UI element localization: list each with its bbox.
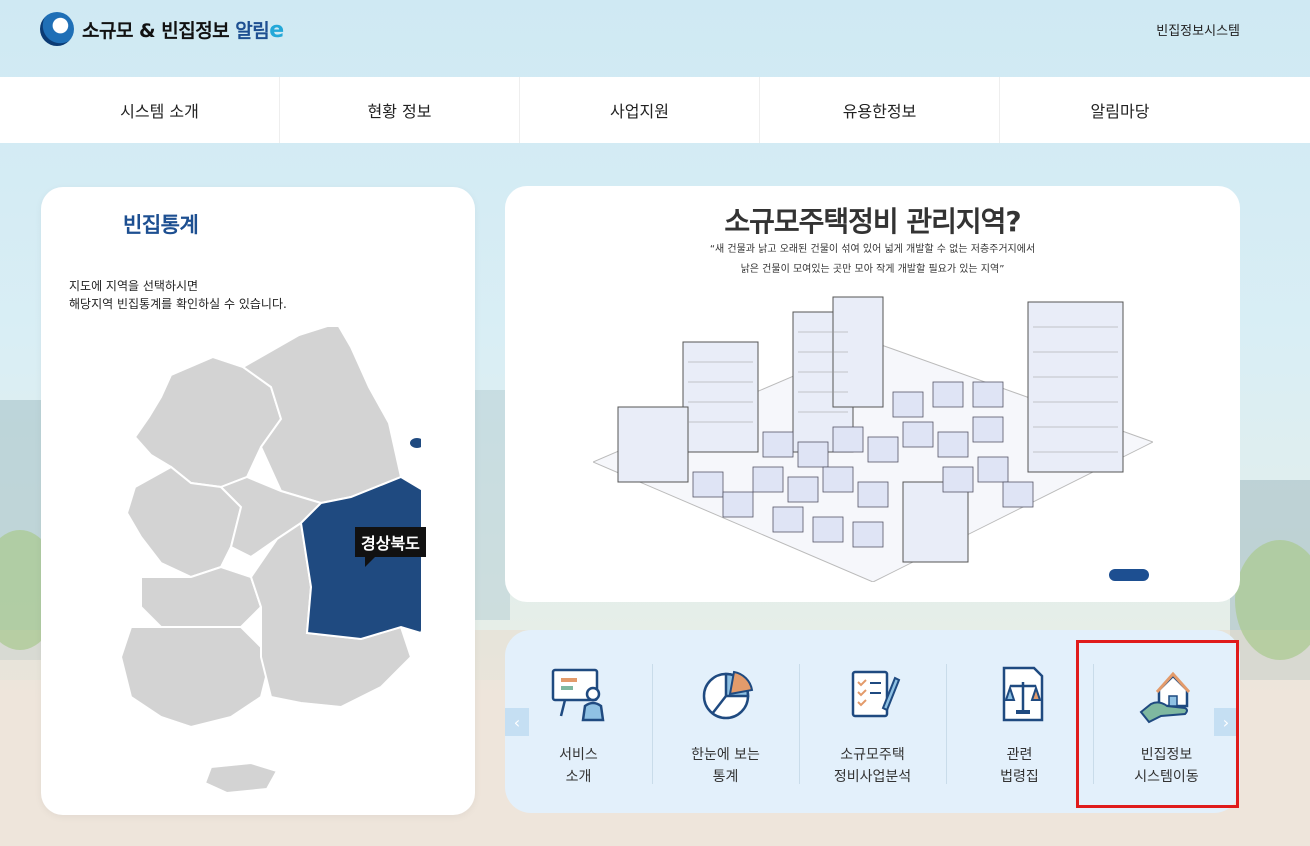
presentation-icon [551,668,604,722]
logo-main-text: 소규모 & 빈집정보 [82,19,236,42]
nav-item-notices[interactable]: 알림마당 [1000,77,1240,143]
banner-title: 소규모주택정비 관리지역? [724,205,1021,238]
map-region-jeonnam[interactable] [119,626,273,729]
quick-item-label: 소규모주택 정비사업분석 [833,747,912,785]
korea-map[interactable] [101,327,421,807]
quick-item-project-analysis[interactable]: 소규모주택 정비사업분석 [799,664,946,785]
logo-e-text: e [269,17,284,43]
quick-item-service-intro[interactable]: 서비스 소개 [505,664,652,785]
vacant-house-stats-card: 빈집통계 지도에 지역을 선택하시면 해당지역 빈집통계를 확인하실 수 있습니… [41,187,475,815]
quick-item-label: 서비스 소개 [559,747,598,785]
quick-item-label: 한눈에 보는 통계 [691,747,760,785]
pie-chart-icon [702,670,753,720]
nav-item-system-intro[interactable]: 시스템 소개 [40,77,280,143]
law-scale-icon [1002,666,1043,722]
logo-accent-text: 알림 [235,19,270,42]
stats-desc-line1: 지도에 지역을 선택하시면 [69,279,199,293]
logo-mark-icon [40,12,74,46]
vacant-house-system-link[interactable]: 빈집정보시스템 [1156,20,1240,39]
map-region-jeonbuk[interactable] [140,565,263,628]
stats-desc-line2: 해당지역 빈집통계를 확인하실 수 있습니다. [69,297,287,311]
quick-item-stats-overview[interactable]: 한눈에 보는 통계 [652,664,799,785]
top-bar: 소규모 & 빈집정보 알림e 빈집정보시스템 [0,0,1310,77]
nav-item-useful-info[interactable]: 유용한정보 [760,77,1000,143]
map-region-jeju[interactable] [203,761,279,795]
stats-card-description: 지도에 지역을 선택하시면 해당지역 빈집통계를 확인하실 수 있습니다. [69,277,287,313]
nav-item-status-info[interactable]: 현황 정보 [280,77,520,143]
highlight-annotation-box [1076,640,1239,808]
banner-sub-line2: 낡은 건물이 모여있는 곳만 모아 작게 개발할 필요가 있는 지역” [740,264,1005,275]
nav-item-business-support[interactable]: 사업지원 [520,77,760,143]
city-block-illustration [593,296,1153,582]
site-logo[interactable]: 소규모 & 빈집정보 알림e [40,12,284,46]
slider-indicator[interactable] [1109,569,1149,581]
banner-subtitle: “새 건물과 낡고 오래된 건물이 섞여 있어 넓게 개발할 수 없는 저층주거… [505,240,1240,280]
logo-text: 소규모 & 빈집정보 알림e [82,16,284,43]
banner-sub-line1: “새 건물과 낡고 오래된 건물이 섞여 있어 넓게 개발할 수 없는 저층주거… [709,244,1036,255]
map-region-ulleungdo[interactable] [410,438,421,448]
checklist-icon [851,670,900,718]
main-banner-slider[interactable]: 소규모주택정비 관리지역? “새 건물과 낡고 오래된 건물이 섞여 있어 넓게… [505,186,1240,602]
stats-card-title: 빈집통계 [123,213,199,237]
quick-item-label: 관련 법령집 [1000,747,1039,785]
main-nav: 시스템 소개 현황 정보 사업지원 유용한정보 알림마당 [0,77,1310,143]
map-region-tooltip: 경상북도 [355,527,426,567]
quick-item-related-laws[interactable]: 관련 법령집 [946,664,1093,785]
